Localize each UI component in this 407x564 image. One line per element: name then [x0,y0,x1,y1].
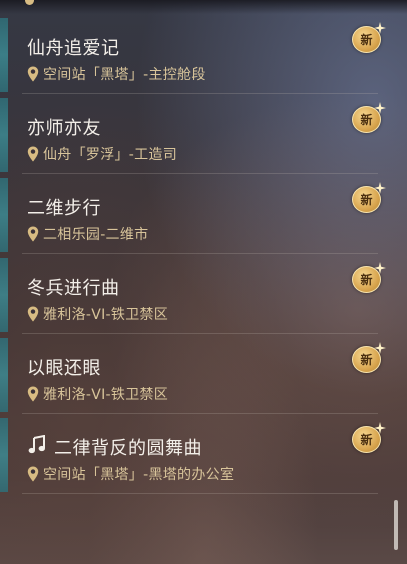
location-pin-icon [27,226,39,242]
location-pin-icon [27,306,39,322]
quest-item[interactable]: 二律背反的圆舞曲 空间站「黑塔」-黑塔的办公室 新 [0,414,390,494]
item-accent-bar [0,338,8,412]
quest-location: 雅利洛-VI-铁卫禁区 [27,385,168,403]
new-badge-label: 新 [360,193,373,207]
new-badge-label: 新 [360,353,373,367]
sparkle-icon [374,22,386,34]
quest-title: 二律背反的圆舞曲 [54,438,202,459]
location-pin-icon [27,146,39,162]
quest-location: 仙舟「罗浮」-工造司 [27,145,177,163]
sparkle-icon [374,342,386,354]
location-pin-icon [27,386,39,402]
sparkle-icon [374,182,386,194]
quest-title: 仙舟追爱记 [27,38,120,59]
quest-title: 亦师亦友 [27,118,101,139]
new-badge: 新 [352,262,386,293]
new-badge-label: 新 [360,273,373,287]
new-badge: 新 [352,182,386,213]
item-accent-bar [0,18,8,92]
item-divider [22,493,378,494]
location-text: 仙舟「罗浮」-工造司 [43,147,178,163]
location-pin-icon [25,0,34,5]
quest-item[interactable]: 二维步行 二相乐园-二维市 新 [0,174,390,254]
quest-location: 二相乐园-二维市 [27,225,148,243]
item-accent-bar [0,98,8,172]
sparkle-icon [374,262,386,274]
location-text: 二相乐园-二维市 [43,227,149,243]
music-note-icon [28,435,45,454]
new-badge: 新 [352,342,386,373]
top-fade [0,0,407,14]
new-badge: 新 [352,22,386,53]
new-badge-label: 新 [360,433,373,447]
quest-item[interactable]: 亦师亦友 仙舟「罗浮」-工造司 新 [0,94,390,174]
scrollbar-thumb[interactable] [394,500,398,550]
location-text: 空间站「黑塔」-主控舱段 [43,67,206,83]
sparkle-icon [374,422,386,434]
quest-list: 仙舟追爱记 空间站「黑塔」-主控舱段 新 亦师亦友 仙舟「罗浮」-工造司 新 二… [0,14,390,494]
quest-location: 空间站「黑塔」-主控舱段 [27,65,206,83]
quest-location: 雅利洛-VI-铁卫禁区 [27,305,168,323]
quest-title: 以眼还眼 [27,358,101,379]
quest-title: 冬兵进行曲 [27,278,120,299]
quest-location: 空间站「黑塔」-黑塔的办公室 [27,465,234,483]
location-text: 雅利洛-VI-铁卫禁区 [43,387,169,403]
location-pin-icon [27,66,39,82]
item-accent-bar [0,178,8,252]
new-badge-label: 新 [360,33,373,47]
new-badge-label: 新 [360,113,373,127]
quest-title: 二维步行 [27,198,101,219]
new-badge: 新 [352,422,386,453]
sparkle-icon [374,102,386,114]
quest-item[interactable]: 冬兵进行曲 雅利洛-VI-铁卫禁区 新 [0,254,390,334]
location-text: 空间站「黑塔」-黑塔的办公室 [43,467,235,483]
quest-item[interactable]: 以眼还眼 雅利洛-VI-铁卫禁区 新 [0,334,390,414]
new-badge: 新 [352,102,386,133]
location-text: 雅利洛-VI-铁卫禁区 [43,307,169,323]
quest-item[interactable]: 仙舟追爱记 空间站「黑塔」-主控舱段 新 [0,14,390,94]
location-pin-icon [27,466,39,482]
item-accent-bar [0,418,8,492]
item-accent-bar [0,258,8,332]
